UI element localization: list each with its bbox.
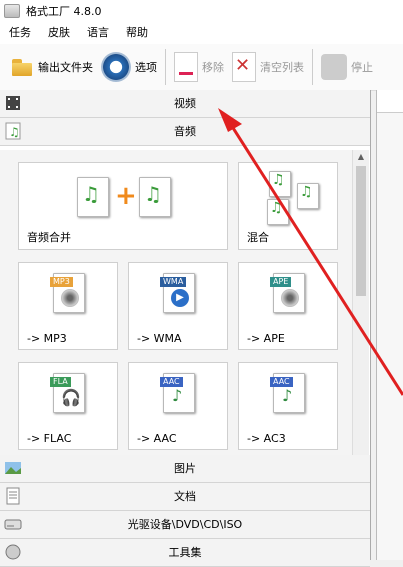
annotation-arrow (218, 108, 403, 396)
